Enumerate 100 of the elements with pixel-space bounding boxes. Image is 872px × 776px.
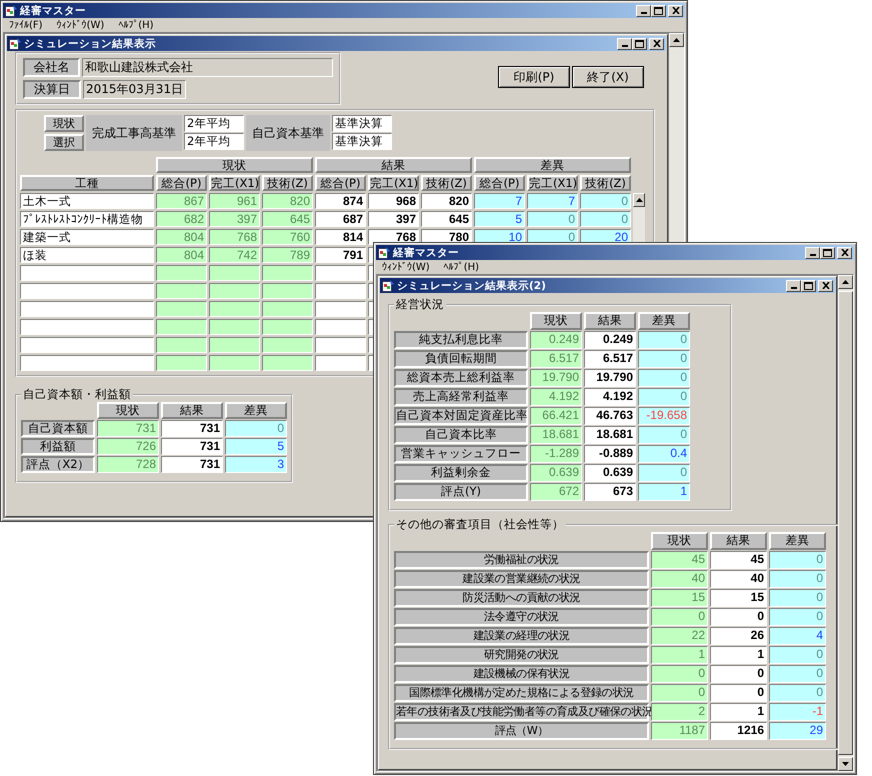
row-label: 売上高経常利益率: [394, 388, 528, 406]
row-label: 評点(Y): [394, 483, 528, 501]
menu-item[interactable]: ﾍﾙﾌﾟ(H): [444, 261, 480, 273]
table-cell: 0.639: [530, 464, 582, 482]
close-icon: [672, 7, 680, 14]
table-cell: 0: [710, 665, 767, 683]
table-cell: [209, 355, 260, 371]
column-header: 現状: [156, 157, 313, 173]
basis-field: 基準決算: [332, 115, 392, 132]
close-button[interactable]: [668, 4, 683, 16]
table-cell: 4.192: [584, 388, 636, 406]
table-cell: 726: [97, 438, 159, 455]
column-header: 完工(X1): [368, 175, 419, 191]
close-button[interactable]: [649, 38, 664, 50]
menu-item[interactable]: ｳｨﾝﾄﾞｳ(W): [56, 19, 104, 31]
table-cell: 0: [638, 331, 690, 349]
up-arrow-icon: [842, 280, 849, 284]
table-cell: [262, 283, 313, 299]
table-cell: 1: [710, 703, 767, 721]
table-cell: 19.790: [530, 369, 582, 387]
maximize-button[interactable]: [801, 280, 816, 292]
table-cell: 397: [368, 211, 419, 227]
field-label: 決算日: [23, 80, 81, 99]
row-label: 利益剰余金: [394, 464, 528, 482]
row-label: 若年の技術者及び技能労働者等の育成及び確保の状況: [394, 703, 649, 721]
table-cell: [156, 301, 207, 317]
table-cell: -19.658: [638, 407, 690, 425]
minimize-button[interactable]: [617, 38, 632, 50]
menu-item[interactable]: ﾍﾙﾌﾟ(H): [118, 19, 154, 31]
maximize-icon: [823, 248, 832, 256]
table-cell: 791: [315, 247, 366, 263]
table-cell: 804: [156, 229, 207, 245]
table-cell: 760: [262, 229, 313, 245]
table-cell: 6.517: [584, 350, 636, 368]
table-cell: ﾌﾟﾚｽﾄﾚｽﾄｺﾝｸﾘｰﾄ構造物: [20, 211, 154, 227]
table-cell: [315, 337, 366, 353]
table-cell: 45: [651, 551, 708, 569]
app-icon: [382, 280, 394, 292]
table-cell: 7: [527, 193, 578, 209]
maximize-button[interactable]: [820, 246, 835, 258]
table-cell: 4.192: [530, 388, 582, 406]
row-label: 国際標準化機構が定めた規格による登録の状況: [394, 684, 649, 702]
table-cell: [262, 355, 313, 371]
maximize-button[interactable]: [632, 38, 647, 50]
table-cell: -0.889: [584, 445, 636, 463]
minimize-button[interactable]: [786, 280, 801, 292]
table-cell: 1: [638, 483, 690, 501]
scroll-up-button[interactable]: [838, 275, 853, 289]
menu-item[interactable]: ｳｨﾝﾄﾞｳ(W): [382, 261, 430, 273]
table-cell: -1: [769, 703, 826, 721]
table-cell: -1.289: [530, 445, 582, 463]
table-cell: 1: [651, 646, 708, 664]
scroll-down-button[interactable]: [838, 757, 853, 771]
table-cell: 820: [421, 193, 472, 209]
column-header: 結果: [161, 402, 223, 419]
table-cell: [209, 319, 260, 335]
table-cell: 0: [769, 665, 826, 683]
table-cell: 45: [710, 551, 767, 569]
table-cell: 673: [584, 483, 636, 501]
scroll-up-button[interactable]: [669, 33, 684, 47]
table-cell: 731: [97, 420, 159, 437]
column-header: 技術(Z): [421, 175, 472, 191]
column-header: 結果: [710, 532, 767, 550]
close-icon: [822, 282, 830, 289]
close-button[interactable]: [818, 280, 833, 292]
row-label: 研究開発の状況: [394, 646, 649, 664]
action-button[interactable]: 印刷(P): [498, 66, 570, 88]
table-cell: 874: [315, 193, 366, 209]
table-cell: 22: [651, 627, 708, 645]
column-header: 現状: [651, 532, 708, 550]
table-cell: [156, 355, 207, 371]
row-label: 評点（X2）: [21, 456, 95, 473]
table-cell: 0: [769, 646, 826, 664]
table-cell: 672: [530, 483, 582, 501]
table-cell: 742: [209, 247, 260, 263]
table-cell: 0: [580, 193, 631, 209]
table-cell: 1187: [651, 722, 708, 740]
table-cell: 961: [209, 193, 260, 209]
row-label: 営業キャッシュフロー: [394, 445, 528, 463]
table-cell: 682: [156, 211, 207, 227]
table-cell: 968: [368, 193, 419, 209]
table-cell: 18.681: [530, 426, 582, 444]
table-cell: 5: [225, 438, 287, 455]
table-cell: 40: [710, 570, 767, 588]
row-label: 労働福祉の状況: [394, 551, 649, 569]
column-header: 現状: [97, 402, 159, 419]
menu-item[interactable]: ﾌｧｲﾙ(F): [9, 19, 43, 31]
maximize-button[interactable]: [651, 4, 666, 16]
column-header: 総合(P): [474, 175, 525, 191]
close-button[interactable]: [837, 246, 852, 258]
minimize-button[interactable]: [636, 4, 651, 16]
action-button[interactable]: 終了(X): [572, 66, 644, 88]
minimize-button[interactable]: [805, 246, 820, 258]
table-cell: 2: [651, 703, 708, 721]
table-cell: 397: [209, 211, 260, 227]
scroll-up-button[interactable]: [633, 193, 645, 207]
table-cell: 0: [651, 608, 708, 626]
window-title: 経審マスター: [393, 246, 459, 260]
row-label: 総資本売上総利益率: [394, 369, 528, 387]
table-cell: 0.249: [530, 331, 582, 349]
